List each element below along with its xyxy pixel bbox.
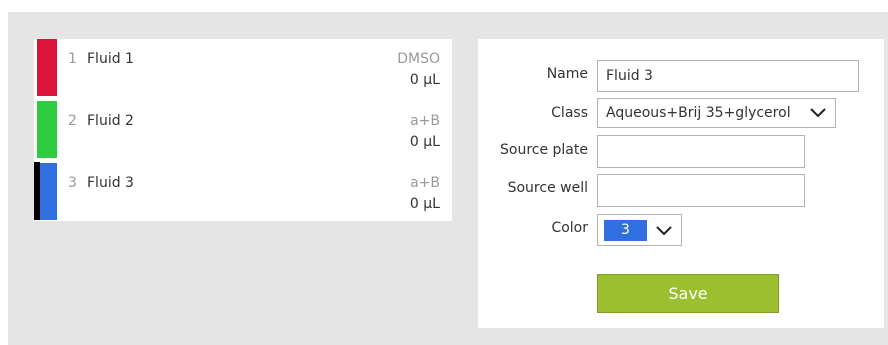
fluid-class: a+B [410,113,440,129]
fluid-index: 1 [68,51,77,67]
fluid-volume: 0 µL [409,72,440,88]
fluid-color-swatch [37,101,57,158]
fluid-color-swatch [37,39,57,96]
fluid-volume: 0 µL [409,196,440,212]
fluid-class: DMSO [397,51,440,67]
fluid-list-item[interactable]: 2 Fluid 2 a+B 0 µL [34,101,452,160]
fluid-index: 3 [68,175,77,191]
class-select-value: Aqueous+Brij 35+glycerol [606,105,791,121]
fluid-name: Fluid 3 [87,175,134,191]
save-button[interactable]: Save [597,274,779,313]
color-label: Color [551,220,588,236]
fluid-volume: 0 µL [409,134,440,150]
color-select-value: 3 [604,220,647,241]
source-plate-label: Source plate [500,142,588,158]
class-select[interactable]: Aqueous+Brij 35+glycerol [597,98,836,128]
fluid-name: Fluid 1 [87,51,134,67]
fluid-list-item-selected[interactable]: 3 Fluid 3 a+B 0 µL [34,162,452,222]
class-label: Class [551,105,588,121]
name-label: Name [546,66,588,82]
source-well-label: Source well [507,180,588,196]
chevron-down-icon [810,108,826,118]
fluid-list-item[interactable]: 1 Fluid 1 DMSO 0 µL [34,39,452,98]
fluid-name: Fluid 2 [87,113,134,129]
fluid-color-swatch [40,163,57,220]
fluid-index: 2 [68,113,77,129]
source-well-input[interactable] [597,174,805,207]
source-plate-input[interactable] [597,135,805,168]
fluid-list: 1 Fluid 1 DMSO 0 µL 2 Fluid 2 a+B 0 µL 3… [34,39,452,221]
fluid-class: a+B [410,175,440,191]
name-input[interactable] [597,60,859,92]
chevron-down-icon [656,226,672,236]
fluid-edit-form: Name Class Aqueous+Brij 35+glycerol Sour… [478,39,884,328]
color-select[interactable]: 3 [597,214,682,246]
